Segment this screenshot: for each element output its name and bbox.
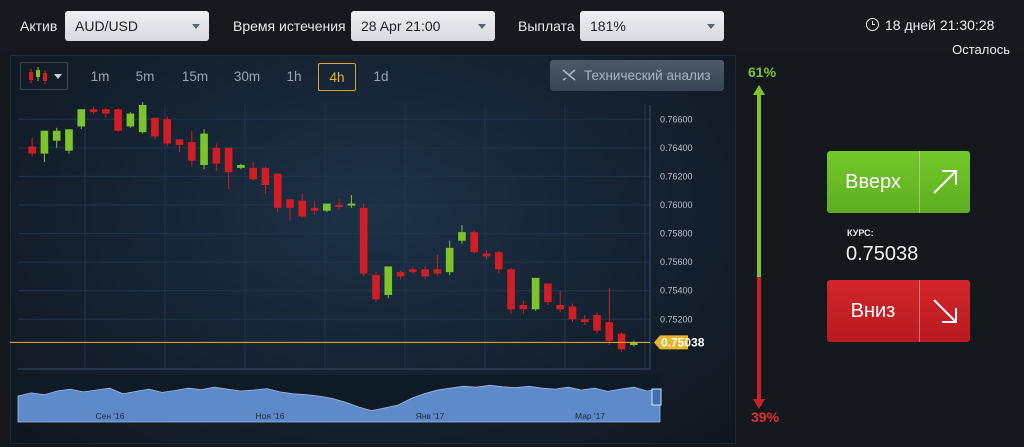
y-tick-label: 0.75800 <box>660 229 693 239</box>
candle-body <box>421 269 429 277</box>
candle-body <box>187 142 196 161</box>
price-chart[interactable]: 0.76600 0.76400 0.76200 0.76000 0.75800 0.756… <box>10 55 734 442</box>
candle-body <box>593 315 601 331</box>
candle-body <box>138 105 147 133</box>
candle-body <box>224 147 233 173</box>
candle-body <box>605 322 614 341</box>
countdown: 18 дней 21:30:28 <box>866 17 994 33</box>
candle-body <box>359 207 368 274</box>
expiry-label: Время истечения <box>233 18 346 34</box>
payout-label: Выплата <box>518 18 575 34</box>
candle-body <box>237 165 245 168</box>
candle-body <box>89 109 98 113</box>
candle-body <box>494 252 503 270</box>
chevron-down-icon <box>478 24 486 29</box>
candle-body <box>175 139 184 145</box>
call-percentage: 61% <box>748 64 777 80</box>
payout-select[interactable]: 181% <box>580 11 724 41</box>
candle-body <box>212 147 221 164</box>
candle-body <box>507 269 515 310</box>
candle-body <box>347 203 356 206</box>
top-bar: Актив AUD/USD Время истечения 28 Apr 21:… <box>0 0 1024 57</box>
candle-body <box>445 247 454 273</box>
chevron-down-icon <box>192 24 200 29</box>
chart-grid <box>18 105 650 369</box>
candle-body <box>470 232 479 253</box>
candle-body <box>249 167 257 180</box>
candle-body <box>556 305 564 310</box>
rate-label: КУРС: <box>847 228 874 238</box>
candle-body <box>40 130 49 154</box>
candle-body <box>52 130 61 141</box>
put-percentage: 39% <box>751 409 780 425</box>
candle-body <box>409 269 417 273</box>
navigator-label: Сен '16 <box>96 411 125 421</box>
candle-body <box>65 129 73 151</box>
navigator[interactable]: Сен '16 Ноя '16 Янв '17 Мар '17 <box>17 375 662 423</box>
expiry-select-value: 28 Apr 21:00 <box>361 18 441 34</box>
y-tick-label: 0.75200 <box>660 314 693 324</box>
remaining-label: Осталось <box>952 42 1010 57</box>
y-axis: 0.76600 0.76400 0.76200 0.76000 0.75800 0.756… <box>18 105 693 370</box>
candle-body <box>163 119 172 144</box>
candle-body <box>77 109 86 127</box>
candle-body <box>114 109 122 131</box>
arrow-down-right-icon <box>933 299 957 323</box>
navigator-label: Мар '17 <box>575 411 605 421</box>
candle-body <box>482 253 491 257</box>
y-tick-label: 0.76000 <box>660 200 693 210</box>
current-price-label: 0.75038 <box>661 335 705 349</box>
arrow-down-icon <box>753 399 765 409</box>
countdown-value: 18 дней 21:30:28 <box>885 17 995 33</box>
candle-body <box>298 200 307 217</box>
expiry-select[interactable]: 28 Apr 21:00 <box>351 11 495 41</box>
candle-body <box>544 283 552 303</box>
candles <box>28 102 638 353</box>
candle-body <box>372 275 380 300</box>
chevron-down-icon <box>707 24 715 29</box>
current-price: 0.75038 <box>10 335 705 350</box>
asset-select[interactable]: AUD/USD <box>65 11 209 41</box>
candle-body <box>310 207 319 211</box>
up-button-label: Вверх <box>845 171 901 193</box>
y-tick-label: 0.76200 <box>660 171 693 181</box>
navigator-label: Янв '17 <box>416 411 445 421</box>
candle-body <box>151 117 159 137</box>
candle-body <box>617 333 626 350</box>
down-button-label: Вниз <box>850 300 896 322</box>
candle-body <box>519 305 528 310</box>
asset-select-value: AUD/USD <box>75 18 139 34</box>
candle-body <box>261 167 270 185</box>
arrow-up-right-icon <box>933 170 957 194</box>
asset-label: Актив <box>20 18 58 34</box>
candle-body <box>102 109 110 114</box>
candle-body <box>126 113 135 127</box>
navigator-label: Ноя '16 <box>256 411 285 421</box>
y-tick-label: 0.75400 <box>660 286 693 296</box>
up-button[interactable]: Вверх <box>827 151 970 213</box>
candle-body <box>335 205 343 207</box>
y-tick-label: 0.76400 <box>660 143 693 153</box>
candle-body <box>28 146 36 154</box>
candle-body <box>384 266 393 295</box>
candle-body <box>286 199 294 208</box>
candle-body <box>458 232 466 241</box>
candle-body <box>396 272 405 277</box>
candle-body <box>580 319 589 323</box>
y-tick-label: 0.75600 <box>660 257 693 267</box>
candle-body <box>568 306 577 320</box>
payout-select-value: 181% <box>590 18 626 34</box>
candle-body <box>273 173 282 208</box>
y-tick-label: 0.76600 <box>660 114 693 124</box>
candle-body <box>433 269 442 274</box>
candle-body <box>200 133 208 165</box>
clock-icon <box>866 18 879 31</box>
navigator-handle[interactable] <box>651 388 662 406</box>
candle-body <box>323 203 331 211</box>
candle-body <box>531 277 540 310</box>
rate-value: 0.75038 <box>846 243 919 265</box>
down-button[interactable]: Вниз <box>827 280 970 342</box>
sentiment-gauge <box>753 85 765 409</box>
